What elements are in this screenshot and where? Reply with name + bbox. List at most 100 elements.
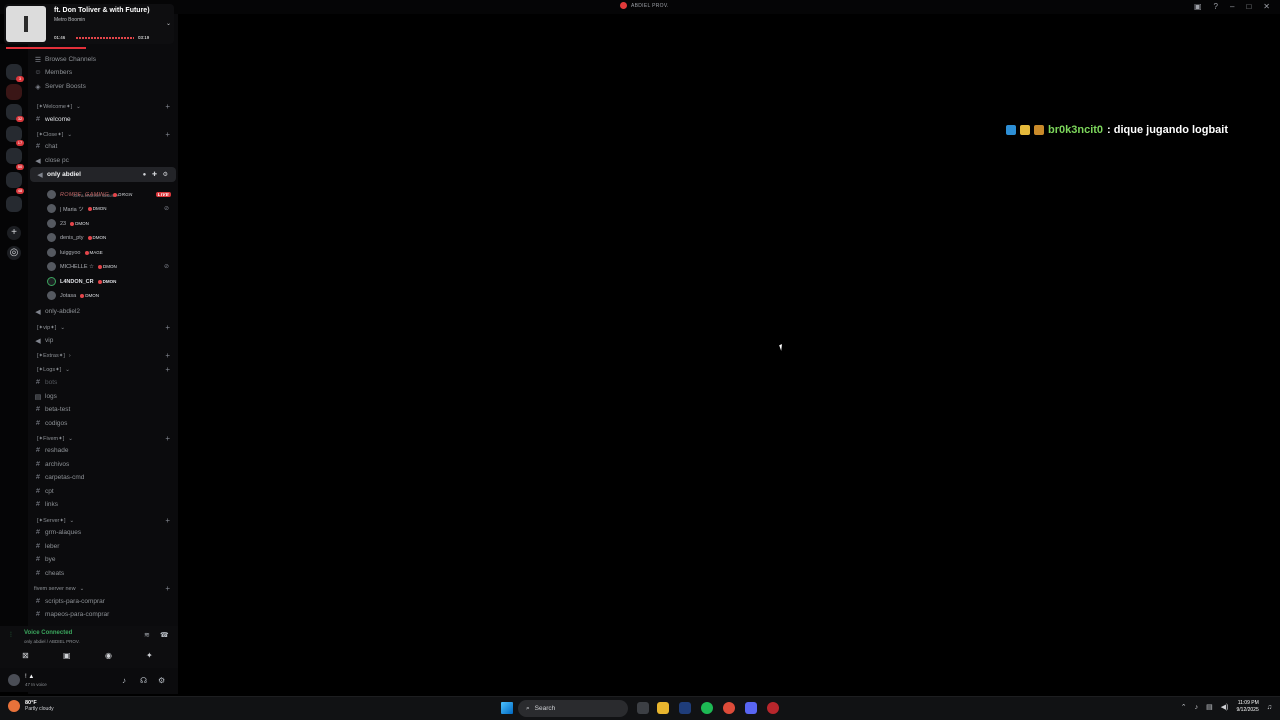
avatar[interactable] (8, 674, 20, 686)
maximize-button[interactable]: □ (1246, 2, 1251, 11)
voice-user[interactable]: 23 DMON (47, 217, 177, 230)
channel-welcome[interactable]: # welcome (28, 113, 178, 126)
discord-icon[interactable] (745, 702, 757, 714)
add-channel-icon[interactable]: + (165, 323, 170, 332)
file-explorer-icon[interactable] (657, 702, 669, 714)
channel-label: cpt (45, 488, 54, 495)
discover-icon[interactable]: ◎ (7, 246, 21, 260)
stream-stage[interactable] (178, 14, 1280, 694)
channel-only-abdiel[interactable]: ◀ only abdiel ● ✚ ⚙ (30, 167, 176, 182)
camera-off-icon[interactable]: ⊠ (22, 651, 29, 660)
channel-logs[interactable]: ▤ logs (28, 390, 178, 403)
settings-gear-icon[interactable]: ⚙ (158, 676, 165, 685)
sidebar-item-server-boosts[interactable]: ◈ Server Boosts (28, 80, 178, 93)
voice-user[interactable]: | Maria ツ DMON ⊘ (47, 202, 177, 215)
channel-cpt[interactable]: # cpt (28, 485, 178, 498)
category-extras[interactable]: [✦Extras✦] › + (28, 349, 178, 362)
server-icon[interactable] (6, 196, 22, 212)
microphone-icon[interactable]: ♪ (1195, 704, 1199, 711)
channel-beta-test[interactable]: # beta-test (28, 403, 178, 416)
sidebar-item-browse-channels[interactable]: ☰ Browse Channels (28, 53, 178, 66)
disconnect-icon[interactable]: ☎ (160, 631, 169, 639)
spotify-icon[interactable] (701, 702, 713, 714)
voice-user[interactable]: ROMPE_GAMING DRGN LIVE (47, 188, 177, 201)
task-view-icon[interactable] (637, 702, 649, 714)
track-progress-bar[interactable] (76, 37, 134, 39)
add-server-icon[interactable]: + (7, 226, 21, 240)
category-logs[interactable]: [✦Logs✦] ⌄ + (28, 363, 178, 376)
network-icon[interactable]: ▤ (1206, 703, 1213, 711)
clock[interactable]: 11:09 PM 9/12/2025 (1237, 700, 1259, 714)
hashtag-icon: # (36, 143, 40, 150)
activity-icon[interactable]: ◉ (105, 651, 112, 660)
server-icon[interactable] (6, 172, 22, 188)
app-icon[interactable] (767, 702, 779, 714)
channel-codigos[interactable]: # codigos (28, 417, 178, 430)
channel-carpetas-cmd[interactable]: # carpetas-cmd (28, 471, 178, 484)
add-channel-icon[interactable]: + (165, 130, 170, 139)
username[interactable]: ! ▲ (25, 674, 34, 680)
channel-only-abdiel2[interactable]: ◀ only-abdiel2 (28, 305, 178, 318)
soundboard-icon[interactable]: ✦ (146, 651, 153, 660)
chrome-icon[interactable] (723, 702, 735, 714)
add-channel-icon[interactable]: + (165, 351, 170, 360)
microphone-icon[interactable]: ♪ (122, 676, 126, 685)
voice-user[interactable]: L4NDON_CR DMON (47, 275, 177, 288)
minimize-button[interactable]: – (1230, 2, 1234, 11)
help-icon[interactable]: ? (1214, 2, 1218, 11)
chevron-down-icon[interactable]: ⌄ (166, 20, 171, 27)
channel-mapeos-para-comprar[interactable]: # mapeos-para-comprar (28, 608, 178, 621)
track-duration: 03:19 (138, 35, 150, 40)
channel-scripts-para-comprar[interactable]: # scripts-para-comprar (28, 595, 178, 608)
channel-bots[interactable]: # bots (28, 376, 178, 389)
add-channel-icon[interactable]: + (165, 102, 170, 111)
stream-chat-message: br0k3ncit0 : dique jugando logbait (1006, 124, 1228, 136)
inbox-icon[interactable]: ▣ (1194, 2, 1202, 11)
close-button[interactable]: ✕ (1263, 2, 1270, 11)
voice-location[interactable]: only abdiel / ABDIEL PROV. (24, 639, 80, 644)
voice-status[interactable]: Voice Connected (24, 630, 72, 636)
volume-icon[interactable]: ◀) (1221, 703, 1229, 711)
add-channel-icon[interactable]: + (165, 584, 170, 593)
voice-user[interactable]: luiggyoo MAGE (47, 246, 177, 259)
windows-start-icon[interactable] (501, 702, 513, 714)
channel-bye[interactable]: # bye (28, 553, 178, 566)
category-vip[interactable]: [✦vip✦] ⌄ + (28, 321, 178, 334)
channel-close-pc[interactable]: ◀ close pc (28, 154, 178, 167)
channel-grm-alaques[interactable]: # grm-alaques (28, 526, 178, 539)
hashtag-icon: # (36, 611, 40, 618)
weather-widget[interactable]: 80°F Partly cloudy (8, 700, 54, 712)
now-playing-widget[interactable]: ft. Don Toliver & with Future) Metro Boo… (4, 4, 174, 44)
hashtag-icon: # (36, 501, 40, 508)
add-channel-icon[interactable]: + (165, 516, 170, 525)
add-channel-icon[interactable]: + (165, 434, 170, 443)
taskbar-search[interactable]: ⌕ Search (518, 700, 628, 717)
channel-archivos[interactable]: # archivos (28, 458, 178, 471)
channel-leber[interactable]: # leber (28, 540, 178, 553)
channel-chat[interactable]: # chat (28, 140, 178, 153)
screen-share-icon[interactable]: ▣ (63, 651, 71, 660)
server-icon[interactable] (6, 84, 22, 100)
signal-icon[interactable]: ⫶ (10, 632, 12, 640)
add-channel-icon[interactable]: + (165, 365, 170, 374)
voice-user[interactable]: denis_pty DMON (47, 231, 177, 244)
channel-links[interactable]: # links (28, 498, 178, 511)
server-icon[interactable] (6, 148, 22, 164)
headphones-icon[interactable]: ☊ (140, 676, 147, 685)
mute-icon: ⊘ (163, 264, 169, 270)
channel-actions[interactable]: ● ✚ ⚙ (143, 171, 170, 178)
voice-user[interactable]: MICHELLE ☆ DMON ⊘ (47, 260, 177, 273)
notification-bell-icon[interactable]: ♫ (1267, 704, 1272, 711)
channel-cheats[interactable]: # cheats (28, 567, 178, 580)
voice-user[interactable]: Jotasa DMON (47, 289, 177, 302)
clock-date: 9/12/2025 (1236, 707, 1259, 713)
channel-vip[interactable]: ◀ vip (28, 334, 178, 347)
channel-reshade[interactable]: # reshade (28, 444, 178, 457)
app-icon[interactable] (679, 702, 691, 714)
noise-suppression-icon[interactable]: ≋ (144, 631, 150, 639)
chevron-up-icon[interactable]: ⌃ (1181, 703, 1187, 711)
category-label: [✦Welcome✦] (37, 103, 73, 110)
category-welcome[interactable]: [✦Welcome✦] ⌄ + (28, 100, 178, 113)
sidebar-item-members[interactable]: ☺ Members (28, 66, 178, 79)
category-fivem-server-new[interactable]: fivem server new ⌄ + (28, 582, 178, 595)
